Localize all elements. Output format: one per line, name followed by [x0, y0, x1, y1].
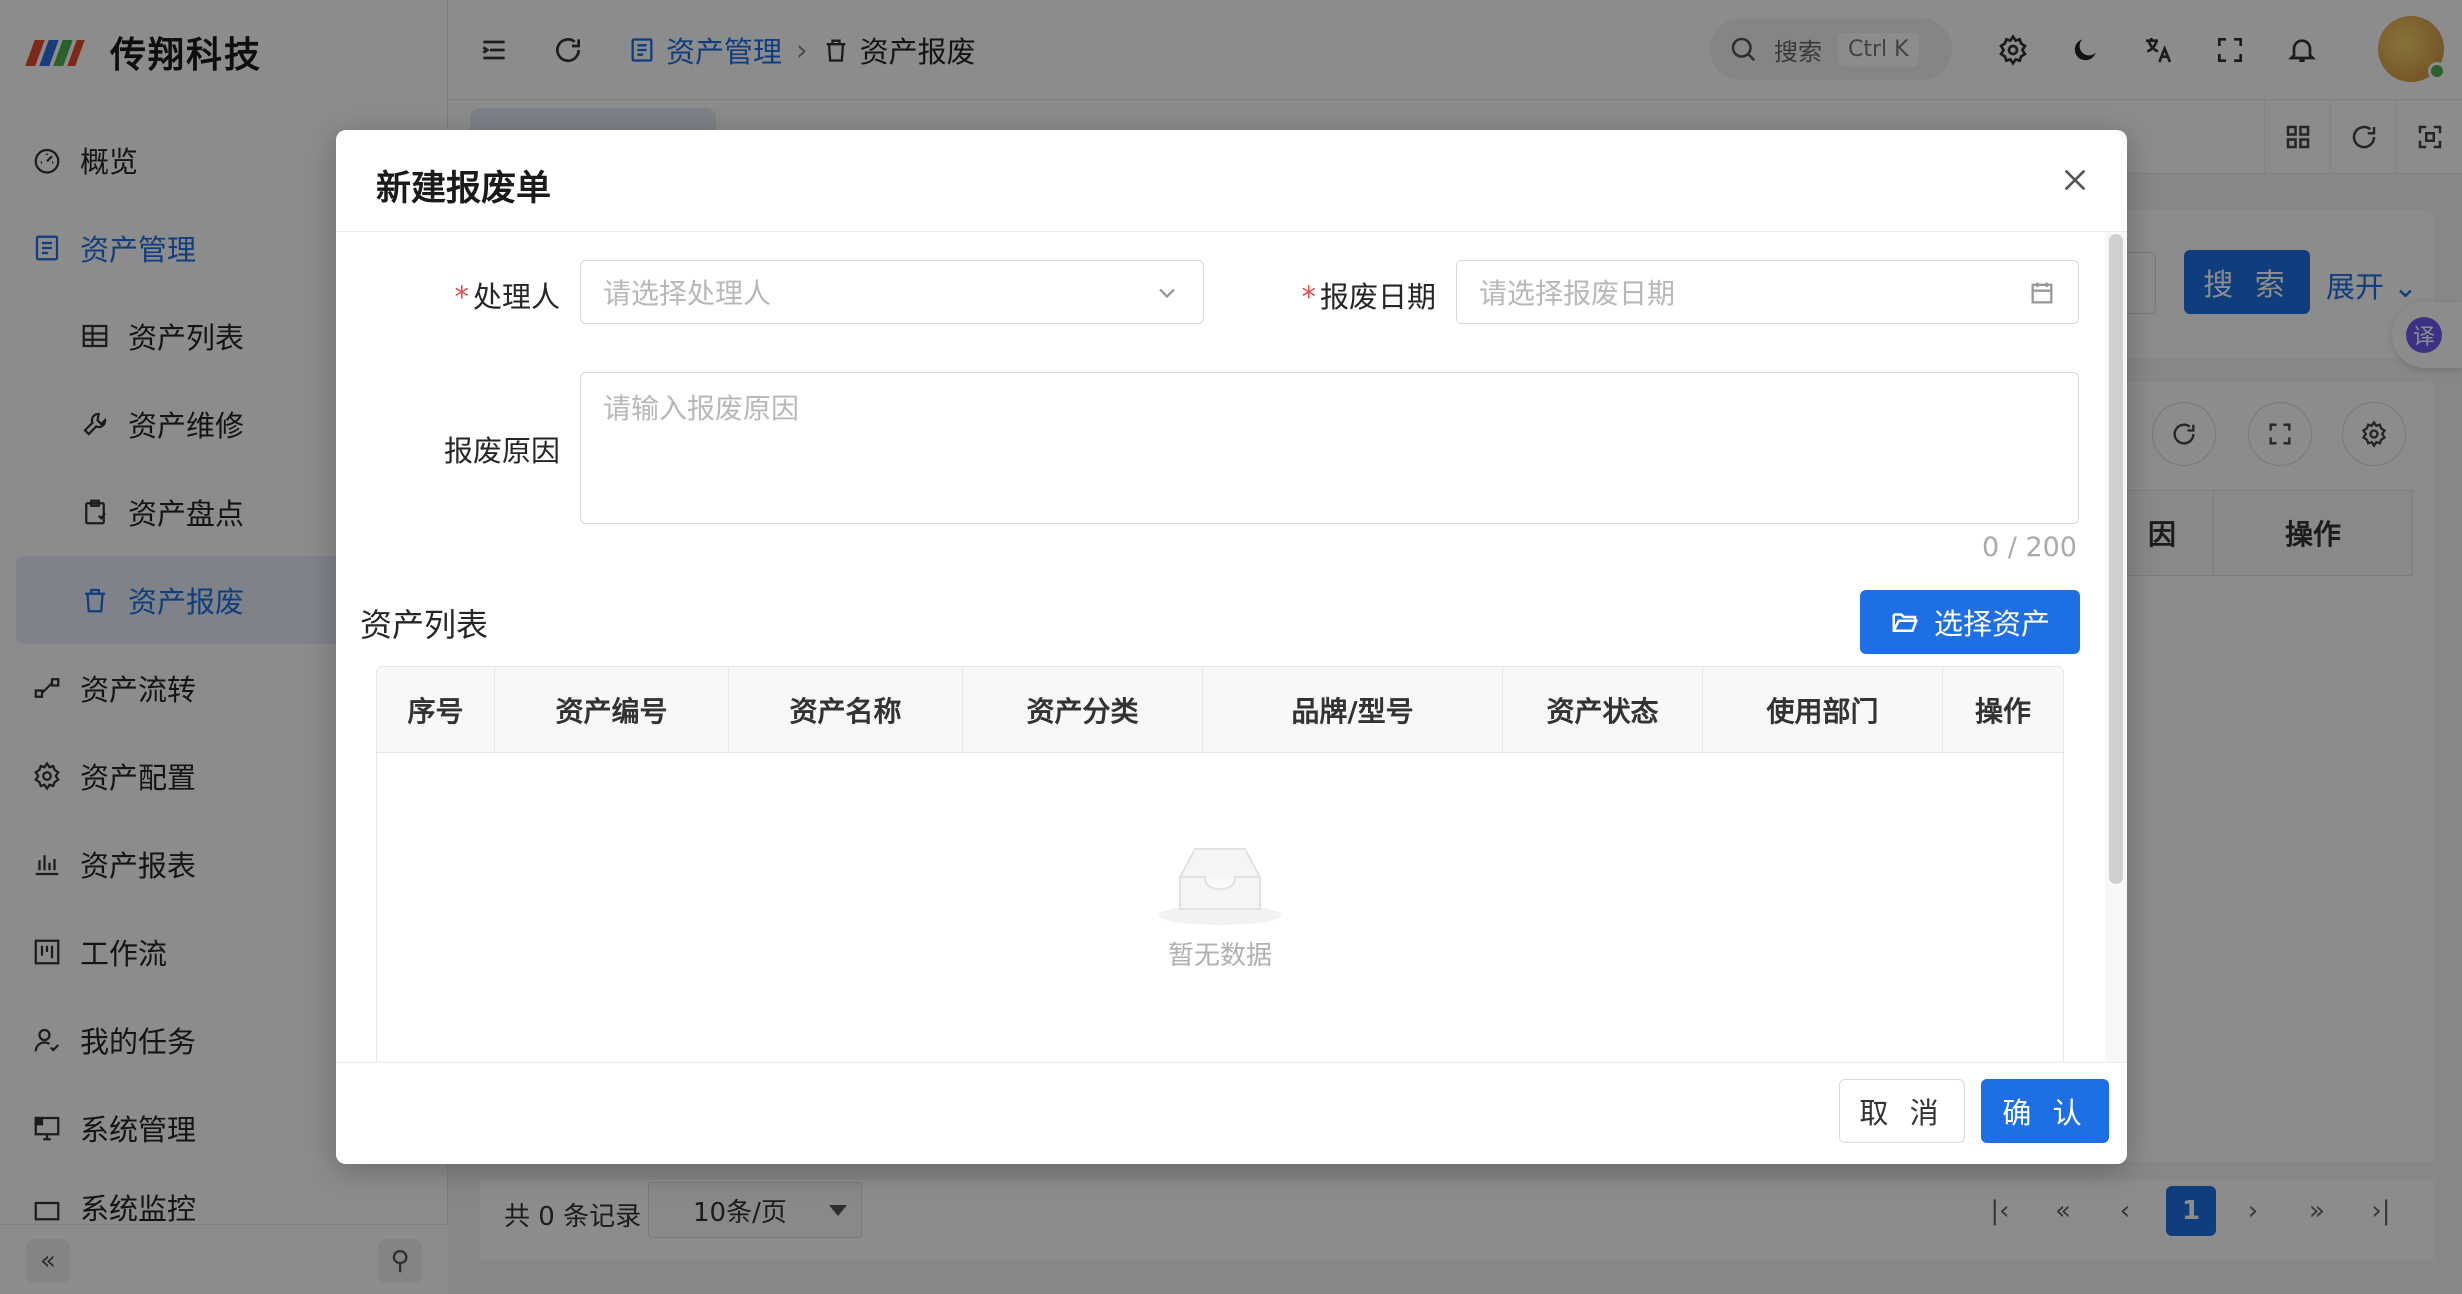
handler-select[interactable]: 请选择处理人 [580, 260, 1204, 324]
scrap-date-picker[interactable]: 请选择报废日期 [1456, 260, 2079, 324]
dialog-body: * 处理人 请选择处理人 * 报废日期 请选择报废日期 报废原因 请输入报废原因 0… [336, 232, 2127, 1062]
scrap-reason-label: 报废原因 [443, 434, 560, 468]
required-mark: * [454, 280, 469, 314]
cancel-button[interactable]: 取 消 [1839, 1079, 1965, 1143]
handler-placeholder: 请选择处理人 [603, 277, 772, 310]
scrap-reason-textarea[interactable]: 请输入报废原因 [580, 372, 2079, 524]
scrap-reason-char-count: 0 / 200 [1982, 532, 2077, 563]
asset-list-section-title: 资产列表 [360, 606, 489, 644]
select-assets-button[interactable]: 选择资产 [1860, 590, 2080, 654]
calendar-icon [2031, 282, 2053, 304]
required-mark: * [1301, 280, 1316, 314]
scrap-reason-placeholder: 请输入报废原因 [603, 392, 800, 425]
scrap-date-placeholder: 请选择报废日期 [1479, 277, 1676, 310]
folder-open-icon [1892, 613, 1919, 632]
column-header[interactable]: 资产分类 [963, 667, 1203, 752]
scrollbar-thumb[interactable] [2109, 234, 2123, 884]
empty-text: 暂无数据 [1167, 941, 1272, 971]
create-scrap-order-dialog: 新建报废单 * 处理人 请选择处理人 * 报废日期 请选择报废日期 报废原因 请输入… [336, 130, 2127, 1164]
column-header[interactable]: 操作 [1943, 667, 2063, 752]
selected-assets-table: 序号 资产编号 资产名称 资产分类 品牌/型号 资产状态 使用部门 操作 暂无数… [376, 666, 2064, 1062]
scrap-date-label: * 报废日期 [1301, 280, 1436, 314]
dialog-header: 新建报废单 [336, 130, 2127, 232]
dialog-scrollbar[interactable] [2105, 232, 2127, 1062]
column-header[interactable]: 使用部门 [1703, 667, 1943, 752]
empty-inbox-icon [1158, 848, 1282, 925]
column-header[interactable]: 资产名称 [729, 667, 963, 752]
close-icon[interactable] [2059, 164, 2091, 196]
empty-state: 暂无数据 [377, 837, 2063, 972]
column-header[interactable]: 资产状态 [1503, 667, 1703, 752]
table-header-row: 序号 资产编号 资产名称 资产分类 品牌/型号 资产状态 使用部门 操作 [377, 667, 2063, 753]
dialog-title: 新建报废单 [376, 169, 552, 209]
column-header[interactable]: 资产编号 [495, 667, 729, 752]
dialog-footer: 取 消 确 认 [336, 1062, 2127, 1164]
handler-label: * 处理人 [454, 280, 560, 314]
column-header[interactable]: 序号 [377, 667, 495, 752]
chevron-down-icon [1159, 288, 1175, 299]
confirm-button[interactable]: 确 认 [1981, 1079, 2109, 1143]
app-root: 传翔科技 概览 资产管理 资产列表 资产维修 资产盘点 资产报废 资产流转 资产… [0, 0, 2462, 1294]
column-header[interactable]: 品牌/型号 [1203, 667, 1503, 752]
